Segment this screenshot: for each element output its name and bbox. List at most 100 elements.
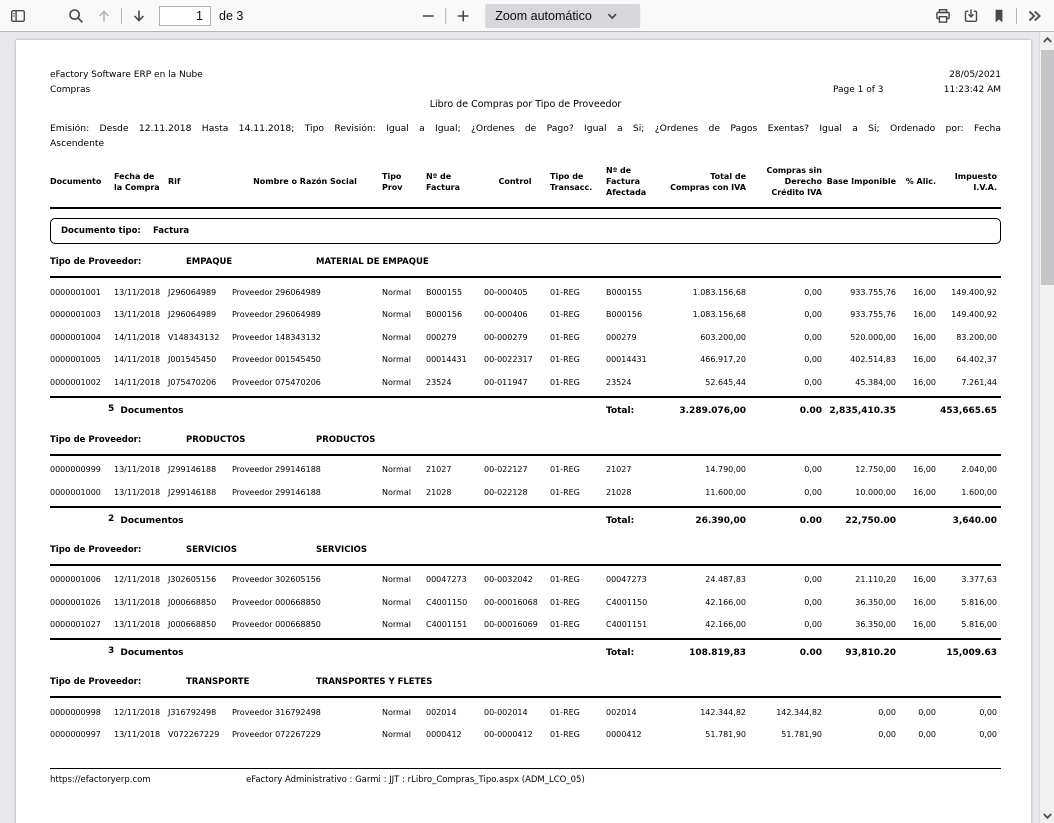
table-cell: 83.200,00: [940, 333, 1001, 342]
table-cell: 0000000998: [50, 708, 114, 717]
total-label: Total:: [606, 516, 670, 526]
table-cell: Normal: [382, 575, 426, 584]
group-code: TRANSPORTE: [186, 677, 316, 687]
toolbar-separator: [1016, 8, 1017, 24]
documents-count: 3 Documentos: [50, 648, 426, 658]
more-tools-button[interactable]: [1020, 3, 1048, 29]
group-label: Tipo de Proveedor:: [50, 545, 186, 555]
table-cell: 0000001006: [50, 575, 114, 584]
table-cell: 000279: [606, 333, 670, 342]
table-cell: 14/11/2018: [114, 355, 168, 364]
table-cell: 0,00: [750, 598, 826, 607]
provider-group: Tipo de Proveedor:PRODUCTOSPRODUCTOS0000…: [50, 435, 1001, 532]
column-header: Compras sin Derecho Crédito IVA: [750, 165, 826, 198]
table-cell: 12/11/2018: [114, 708, 168, 717]
table-cell: 42.166,00: [670, 620, 750, 629]
table-cell: 933.755,76: [826, 310, 900, 319]
table-row: 000000099913/11/2018J299146188Proveedor …: [50, 459, 1001, 482]
group-total-row: 5 DocumentosTotal:3.289.076,000.002,835,…: [50, 400, 1001, 422]
table-cell: J299146188: [168, 465, 232, 474]
document-type-label: Documento tipo:: [61, 226, 153, 236]
table-cell: 13/11/2018: [114, 598, 168, 607]
page-number-input[interactable]: [159, 6, 211, 26]
table-cell: 01-REG: [550, 575, 606, 584]
vertical-scrollbar[interactable]: [1039, 32, 1054, 823]
zoom-in-button[interactable]: [449, 3, 477, 29]
zoom-select[interactable]: Zoom automático: [485, 4, 640, 28]
table-cell: Normal: [382, 730, 426, 739]
plus-icon: [455, 8, 471, 24]
table-cell: 933.755,76: [826, 288, 900, 297]
download-button[interactable]: [957, 3, 985, 29]
table-cell: 14/11/2018: [114, 333, 168, 342]
table-cell: 51.781,90: [670, 730, 750, 739]
table-cell: 0000001026: [50, 598, 114, 607]
table-cell: 00-00016068: [484, 598, 550, 607]
table-cell: 0,00: [750, 575, 826, 584]
search-button[interactable]: [62, 3, 90, 29]
print-button[interactable]: [929, 3, 957, 29]
column-header: Nº de Factura Afectada: [606, 165, 670, 198]
table-cell: J296064989: [168, 310, 232, 319]
table-cell: 0,00: [826, 730, 900, 739]
next-page-button[interactable]: [125, 3, 153, 29]
table-cell: 603.200,00: [670, 333, 750, 342]
scroll-down-button[interactable]: [1040, 807, 1054, 823]
table-cell: J296064989: [168, 288, 232, 297]
table-cell: B000156: [426, 310, 484, 319]
group-code: PRODUCTOS: [186, 435, 316, 445]
column-header: Impuesto I.V.A.: [940, 171, 1001, 193]
current-view-button[interactable]: [985, 3, 1013, 29]
table-cell: Proveedor 296064989: [232, 288, 382, 297]
total-base-imponible: 93,810.20: [826, 648, 900, 658]
column-header: Nombre o Razón Social: [232, 176, 382, 187]
table-cell: 16,00: [900, 598, 940, 607]
report-page-label: Page 1 of 3: [833, 83, 884, 98]
scroll-up-button[interactable]: [1040, 32, 1054, 48]
zoom-out-button[interactable]: [414, 3, 442, 29]
table-row: 000000099713/11/2018V072267229Proveedor …: [50, 724, 1001, 747]
table-row: 000000100113/11/2018J296064989Proveedor …: [50, 281, 1001, 304]
column-header: % Alic.: [900, 176, 940, 187]
documents-count-number: 3: [108, 646, 114, 656]
table-cell: 0,00: [750, 465, 826, 474]
table-cell: 13/11/2018: [114, 288, 168, 297]
document-page: eFactory Software ERP en la Nube Compras…: [16, 40, 1031, 823]
table-cell: J316792498: [168, 708, 232, 717]
sidebar-toggle-icon: [10, 8, 26, 24]
scrollbar-thumb[interactable]: [1041, 50, 1054, 285]
documents-count-number: 2: [108, 514, 114, 524]
table-cell: V072267229: [168, 730, 232, 739]
group-rows: 000000099913/11/2018J299146188Proveedor …: [50, 456, 1001, 508]
group-code: EMPAQUE: [186, 257, 316, 267]
table-cell: B000155: [426, 288, 484, 297]
table-cell: 01-REG: [550, 333, 606, 342]
table-cell: Normal: [382, 333, 426, 342]
column-header: Base Imponible: [826, 176, 900, 187]
table-cell: Normal: [382, 355, 426, 364]
toolbar-separator: [445, 8, 446, 24]
column-header: Nº de Factura: [426, 171, 484, 193]
documents-count: 2 Documentos: [50, 516, 426, 526]
table-cell: Proveedor 000668850: [232, 598, 382, 607]
table-cell: 0,00: [750, 620, 826, 629]
previous-page-button[interactable]: [90, 3, 118, 29]
footer-url: https://efactoryerp.com: [50, 775, 190, 785]
table-cell: 0,00: [900, 730, 940, 739]
table-cell: 002014: [606, 708, 670, 717]
table-cell: 01-REG: [550, 310, 606, 319]
sidebar-toggle-button[interactable]: [4, 3, 32, 29]
table-row: 000000099812/11/2018J316792498Proveedor …: [50, 701, 1001, 724]
table-cell: Proveedor 072267229: [232, 730, 382, 739]
table-cell: 0,00: [750, 310, 826, 319]
table-cell: 14/11/2018: [114, 378, 168, 387]
table-cell: 13/11/2018: [114, 730, 168, 739]
table-cell: B000156: [606, 310, 670, 319]
table-cell: 21.110,20: [826, 575, 900, 584]
table-cell: 0,00: [826, 708, 900, 717]
table-cell: J299146188: [168, 488, 232, 497]
table-row: 000000100013/11/2018J299146188Proveedor …: [50, 481, 1001, 504]
table-cell: J000668850: [168, 598, 232, 607]
table-cell: C4001150: [606, 598, 670, 607]
table-cell: 0000001005: [50, 355, 114, 364]
